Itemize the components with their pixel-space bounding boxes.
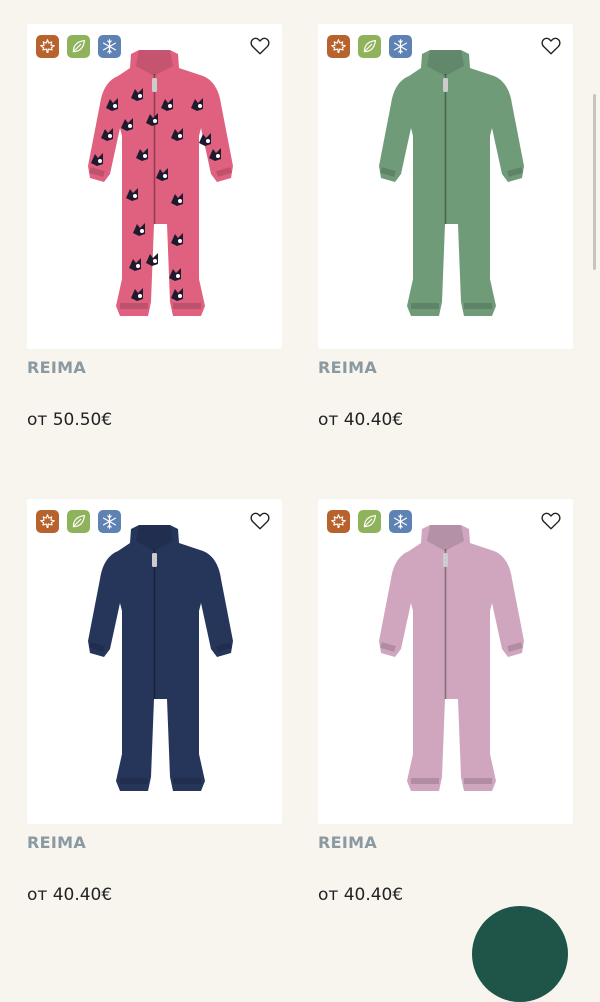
product-price: от 40.40€ <box>318 885 404 905</box>
product-price: от 40.40€ <box>318 410 404 430</box>
product-image[interactable] <box>318 499 573 824</box>
product-photo <box>379 50 524 316</box>
product-image[interactable] <box>318 24 573 349</box>
season-badges <box>36 510 121 533</box>
product-price: от 50.50€ <box>27 410 113 430</box>
product-photo <box>88 50 233 316</box>
product-photo <box>379 525 524 791</box>
eco-leaf-icon <box>67 510 90 533</box>
snowflake-icon <box>389 35 412 58</box>
eco-leaf-icon <box>67 35 90 58</box>
product-brand[interactable]: REIMA <box>318 833 377 852</box>
product-card[interactable]: REIMA от 40.40€ <box>27 499 282 905</box>
eco-leaf-icon <box>358 510 381 533</box>
season-badges <box>327 35 412 58</box>
favorite-heart-icon[interactable] <box>540 35 562 57</box>
product-brand[interactable]: REIMA <box>318 358 377 377</box>
floating-action-button[interactable] <box>472 906 568 1002</box>
product-price: от 40.40€ <box>27 885 113 905</box>
favorite-heart-icon[interactable] <box>249 510 271 532</box>
snowflake-icon <box>98 510 121 533</box>
product-card[interactable]: REIMA от 50.50€ <box>27 24 282 430</box>
eco-leaf-icon <box>358 35 381 58</box>
snowflake-icon <box>98 35 121 58</box>
season-badges <box>327 510 412 533</box>
autumn-leaf-icon <box>327 510 350 533</box>
product-card[interactable]: REIMA от 40.40€ <box>318 499 573 905</box>
product-brand[interactable]: REIMA <box>27 358 86 377</box>
product-image[interactable] <box>27 24 282 349</box>
product-photo <box>88 525 233 791</box>
product-image[interactable] <box>27 499 282 824</box>
favorite-heart-icon[interactable] <box>249 35 271 57</box>
season-badges <box>36 35 121 58</box>
autumn-leaf-icon <box>327 35 350 58</box>
product-grid: REIMA от 50.50€ REIMA от 40.40€ REIMA от… <box>0 0 600 936</box>
autumn-leaf-icon <box>36 510 59 533</box>
product-brand[interactable]: REIMA <box>27 833 86 852</box>
product-card[interactable]: REIMA от 40.40€ <box>318 24 573 430</box>
autumn-leaf-icon <box>36 35 59 58</box>
snowflake-icon <box>389 510 412 533</box>
scrollbar[interactable] <box>593 94 596 270</box>
favorite-heart-icon[interactable] <box>540 510 562 532</box>
